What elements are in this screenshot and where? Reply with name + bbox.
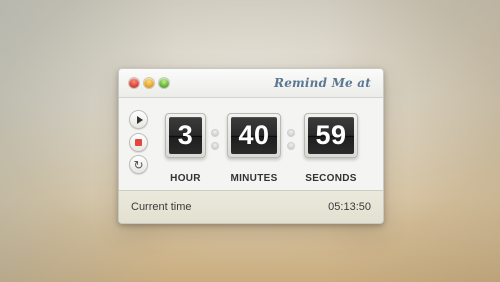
- play-button[interactable]: [129, 110, 148, 129]
- separator-dot: [212, 143, 218, 149]
- status-footer: Current time 05:13:50: [119, 190, 383, 223]
- current-time-label: Current time: [131, 201, 192, 213]
- hours-label: HOUR: [170, 173, 201, 184]
- hours-value: 3: [177, 120, 194, 150]
- separator-dot: [288, 143, 294, 149]
- minutes-flip-card: 40: [227, 113, 281, 158]
- zoom-icon[interactable]: [159, 78, 169, 88]
- seconds-label: SECONDS: [305, 173, 357, 184]
- seconds-flip-card: 59: [304, 113, 358, 158]
- minimize-icon[interactable]: [144, 78, 154, 88]
- reset-icon: ↻: [133, 157, 144, 172]
- close-icon[interactable]: [129, 78, 139, 88]
- separator-dot: [288, 130, 294, 136]
- seconds-value: 59: [315, 120, 347, 150]
- hours-flip-card: 3: [165, 113, 206, 158]
- stop-button[interactable]: [129, 133, 148, 152]
- reminder-window: Remind Me at ↻ 3 40 59 HOUR MINUTES SECO…: [118, 68, 384, 224]
- play-icon: [136, 115, 143, 124]
- window-title: Remind Me at: [274, 76, 371, 90]
- minutes-label: MINUTES: [230, 173, 278, 184]
- reset-button[interactable]: ↻: [129, 155, 148, 174]
- current-time-value: 05:13:50: [328, 201, 371, 213]
- minutes-value: 40: [238, 120, 270, 150]
- separator-dot: [212, 130, 218, 136]
- stop-icon: [135, 139, 142, 146]
- title-bar[interactable]: Remind Me at: [119, 69, 383, 98]
